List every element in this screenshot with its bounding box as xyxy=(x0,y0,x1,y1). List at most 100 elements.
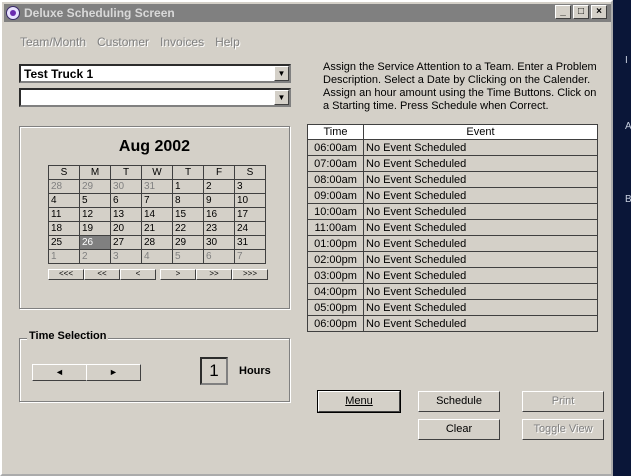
schedule-button[interactable]: Schedule xyxy=(418,391,500,412)
calendar-day[interactable]: 17 xyxy=(234,207,266,222)
schedule-event-cell[interactable]: No Event Scheduled xyxy=(363,283,598,300)
prev-day-button[interactable]: < xyxy=(120,269,156,280)
schedule-event-cell[interactable]: No Event Scheduled xyxy=(363,251,598,268)
schedule-row[interactable]: 02:00pm No Event Scheduled xyxy=(307,251,598,268)
calendar-day[interactable]: 3 xyxy=(110,249,142,264)
next-year-button[interactable]: >>> xyxy=(232,269,268,280)
calendar-day[interactable]: 22 xyxy=(172,221,204,236)
calendar-day[interactable]: 5 xyxy=(79,193,111,208)
title-bar[interactable]: Deluxe Scheduling Screen _ □ × xyxy=(4,4,611,22)
schedule-row[interactable]: 08:00am No Event Scheduled xyxy=(307,171,598,188)
calendar-day[interactable]: 4 xyxy=(141,249,173,264)
calendar-day[interactable]: 3 xyxy=(234,179,266,194)
next-day-button[interactable]: > xyxy=(160,269,196,280)
schedule-time-cell[interactable]: 07:00am xyxy=(307,155,364,172)
schedule-event-cell[interactable]: No Event Scheduled xyxy=(363,203,598,220)
calendar-day[interactable]: 8 xyxy=(172,193,204,208)
calendar-day[interactable]: 6 xyxy=(203,249,235,264)
schedule-event-cell[interactable]: No Event Scheduled xyxy=(363,155,598,172)
calendar-day[interactable]: 1 xyxy=(48,249,80,264)
calendar-day[interactable]: 30 xyxy=(110,179,142,194)
schedule-event-cell[interactable]: No Event Scheduled xyxy=(363,267,598,284)
schedule-event-cell[interactable]: No Event Scheduled xyxy=(363,299,598,316)
calendar-day[interactable]: 7 xyxy=(234,249,266,264)
menu-customer[interactable]: Customer xyxy=(97,35,149,49)
calendar-day[interactable]: 28 xyxy=(141,235,173,250)
menu-team-month[interactable]: Team/Month xyxy=(20,35,86,49)
schedule-time-cell[interactable]: 11:00am xyxy=(307,219,364,236)
calendar-day[interactable]: 15 xyxy=(172,207,204,222)
schedule-time-cell[interactable]: 06:00pm xyxy=(307,315,364,332)
prev-year-button[interactable]: <<< xyxy=(48,269,84,280)
toggle-view-button[interactable]: Toggle View xyxy=(522,419,604,440)
schedule-time-cell[interactable]: 05:00pm xyxy=(307,299,364,316)
clear-button[interactable]: Clear xyxy=(418,419,500,440)
schedule-event-cell[interactable]: No Event Scheduled xyxy=(363,139,598,156)
calendar-day[interactable]: 18 xyxy=(48,221,80,236)
calendar-day[interactable]: 19 xyxy=(79,221,111,236)
time-prev-button[interactable]: ◄ xyxy=(32,364,87,381)
schedule-row[interactable]: 03:00pm No Event Scheduled xyxy=(307,267,598,284)
calendar-day[interactable]: 2 xyxy=(203,179,235,194)
calendar-day[interactable]: 23 xyxy=(203,221,235,236)
maximize-button[interactable]: □ xyxy=(573,5,589,19)
calendar-day[interactable]: 9 xyxy=(203,193,235,208)
schedule-event-cell[interactable]: No Event Scheduled xyxy=(363,171,598,188)
calendar-day[interactable]: 10 xyxy=(234,193,266,208)
print-button[interactable]: Print xyxy=(522,391,604,412)
menu-help[interactable]: Help xyxy=(215,35,240,49)
schedule-row[interactable]: 11:00am No Event Scheduled xyxy=(307,219,598,236)
calendar-day[interactable]: 31 xyxy=(141,179,173,194)
calendar-day[interactable]: 12 xyxy=(79,207,111,222)
schedule-row[interactable]: 09:00am No Event Scheduled xyxy=(307,187,598,204)
next-month-button[interactable]: >> xyxy=(196,269,232,280)
time-next-button[interactable]: ► xyxy=(86,364,141,381)
schedule-row[interactable]: 06:00pm No Event Scheduled xyxy=(307,315,598,332)
schedule-event-cell[interactable]: No Event Scheduled xyxy=(363,187,598,204)
schedule-time-cell[interactable]: 01:00pm xyxy=(307,235,364,252)
close-button[interactable]: × xyxy=(591,5,607,19)
calendar-day[interactable]: 30 xyxy=(203,235,235,250)
schedule-row[interactable]: 06:00am No Event Scheduled xyxy=(307,139,598,156)
menu-button[interactable]: Menu xyxy=(317,390,401,413)
chevron-down-icon[interactable]: ▼ xyxy=(274,90,289,105)
calendar-day[interactable]: 11 xyxy=(48,207,80,222)
calendar-day[interactable]: 28 xyxy=(48,179,80,194)
schedule-time-cell[interactable]: 02:00pm xyxy=(307,251,364,268)
schedule-row[interactable]: 01:00pm No Event Scheduled xyxy=(307,235,598,252)
schedule-row[interactable]: 05:00pm No Event Scheduled xyxy=(307,299,598,316)
calendar-day[interactable]: 4 xyxy=(48,193,80,208)
chevron-down-icon[interactable]: ▼ xyxy=(274,66,289,81)
calendar-day[interactable]: 21 xyxy=(141,221,173,236)
schedule-time-cell[interactable]: 06:00am xyxy=(307,139,364,156)
calendar-day[interactable]: 1 xyxy=(172,179,204,194)
calendar-day[interactable]: 25 xyxy=(48,235,80,250)
prev-month-button[interactable]: << xyxy=(84,269,120,280)
calendar-day[interactable]: 14 xyxy=(141,207,173,222)
calendar-day[interactable]: 27 xyxy=(110,235,142,250)
problem-select[interactable]: ▼ xyxy=(19,88,291,107)
schedule-row[interactable]: 04:00pm No Event Scheduled xyxy=(307,283,598,300)
calendar-day[interactable]: 24 xyxy=(234,221,266,236)
calendar-day[interactable]: 13 xyxy=(110,207,142,222)
calendar-day[interactable]: 2 xyxy=(79,249,111,264)
minimize-button[interactable]: _ xyxy=(555,5,571,19)
schedule-time-cell[interactable]: 10:00am xyxy=(307,203,364,220)
schedule-event-cell[interactable]: No Event Scheduled xyxy=(363,235,598,252)
schedule-event-cell[interactable]: No Event Scheduled xyxy=(363,315,598,332)
calendar-day[interactable]: 16 xyxy=(203,207,235,222)
schedule-time-cell[interactable]: 08:00am xyxy=(307,171,364,188)
calendar-day[interactable]: 6 xyxy=(110,193,142,208)
schedule-row[interactable]: 07:00am No Event Scheduled xyxy=(307,155,598,172)
calendar-day[interactable]: 5 xyxy=(172,249,204,264)
schedule-event-cell[interactable]: No Event Scheduled xyxy=(363,219,598,236)
team-select[interactable]: Test Truck 1 ▼ xyxy=(19,64,291,83)
calendar-day[interactable]: 29 xyxy=(79,179,111,194)
calendar-day-selected[interactable]: 26 xyxy=(79,235,111,250)
schedule-time-cell[interactable]: 04:00pm xyxy=(307,283,364,300)
calendar-day[interactable]: 29 xyxy=(172,235,204,250)
calendar-day[interactable]: 20 xyxy=(110,221,142,236)
menu-invoices[interactable]: Invoices xyxy=(160,35,204,49)
calendar-day[interactable]: 31 xyxy=(234,235,266,250)
schedule-time-cell[interactable]: 03:00pm xyxy=(307,267,364,284)
